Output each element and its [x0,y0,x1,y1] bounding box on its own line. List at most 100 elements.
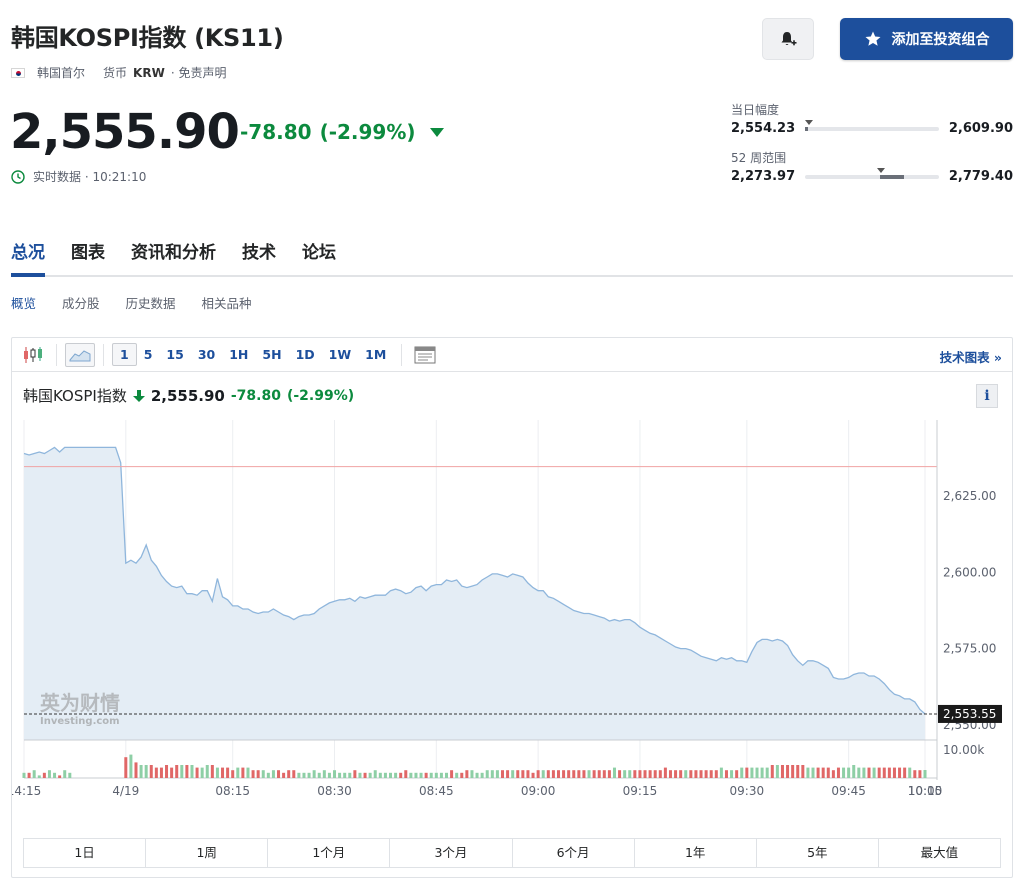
volume-bar [719,767,723,778]
realtime-status: 实时数据 · 10:21:10 [11,168,146,185]
tab-chart[interactable]: 图表 [71,238,105,263]
x-tick-label: 08:15 [215,784,250,798]
volume-bar [674,770,678,778]
volume-bar [124,757,128,778]
volume-bar [353,770,357,778]
volume-bar [190,765,194,778]
volume-bar [786,765,790,778]
volume-bar [236,767,240,778]
volume-bar [368,772,372,778]
korea-flag-icon [11,67,25,78]
volume-bar [215,767,219,778]
subtab-historical-data[interactable]: 历史数据 [126,293,176,312]
interval-5min[interactable]: 5 [137,344,160,365]
volume-bar [892,767,896,778]
volume-bar [480,772,484,778]
technical-chart-link[interactable]: 技术图表 » [940,347,1002,366]
chart-price: 2,555.90 [150,386,225,405]
area-chart-icon[interactable] [65,342,95,367]
chart-instrument-name: 韩国KOSPI指数 [23,387,127,405]
volume-bar [918,770,922,778]
volume-bar [770,765,774,778]
range-1-year[interactable]: 1年 [635,839,757,867]
subtab-overview[interactable]: 概览 [11,293,36,312]
day-range-fill [805,126,808,131]
volume-bar [445,772,449,778]
volume-bar [465,770,469,778]
interval-30min[interactable]: 30 [191,344,222,365]
volume-bar [139,765,143,778]
volume-bar [399,772,403,778]
volume-bar [699,770,703,778]
range-max[interactable]: 最大值 [879,839,1000,867]
tab-news-analysis[interactable]: 资讯和分析 [131,238,216,263]
volume-bar [791,765,795,778]
volume-bar [714,770,718,778]
week52-range-marker [877,167,886,173]
chart-info-button[interactable]: i [976,384,998,408]
volume-bar [633,770,637,778]
interval-1m[interactable]: 1M [358,344,393,365]
volume-bar [587,770,591,778]
chart-settings-icon[interactable] [410,343,440,367]
x-tick-label: 10:15 [908,784,943,798]
change-value: -78.80 [240,120,312,144]
volume-bar [333,770,337,778]
range-3-months[interactable]: 3个月 [390,839,513,867]
add-to-portfolio-button[interactable]: 添加至投资组合 [840,18,1013,60]
y-tick-label: 2,625.00 [943,489,996,503]
day-range-marker [805,119,814,125]
interval-15min[interactable]: 15 [159,344,190,365]
tab-technical[interactable]: 技术 [242,238,276,263]
time-range-buttons: 1日 1周 1个月 3个月 6个月 1年 5年 最大值 [23,838,1001,868]
toolbar-separator [56,343,57,366]
volume-bar [526,770,530,778]
volume-bar [806,767,810,778]
volume-bar [348,772,352,778]
subtab-related[interactable]: 相关品种 [202,293,252,312]
range-5-years[interactable]: 5年 [757,839,879,867]
interval-5h[interactable]: 5H [255,344,288,365]
interval-selector: 1 5 15 30 1H 5H 1D 1W 1M [112,343,393,366]
volume-bar [872,767,876,778]
interval-1w[interactable]: 1W [322,344,359,365]
volume-bar [424,772,428,778]
volume-bar [27,772,31,778]
volume-bar [531,772,535,778]
range-1-day[interactable]: 1日 [24,839,147,867]
volume-bar [144,765,148,778]
range-1-month[interactable]: 1个月 [268,839,391,867]
volume-bar [898,767,902,778]
interval-1h[interactable]: 1H [222,344,255,365]
price-chart[interactable]: 2,625.002,600.002,575.002,550.002,553.55… [12,408,1012,848]
interval-1d[interactable]: 1D [289,344,322,365]
currency-label: 货币 [103,66,128,80]
volume-bar [847,767,851,778]
volume-bar [668,770,672,778]
exchange-location: 韩国首尔 [37,66,86,80]
subtab-components[interactable]: 成分股 [62,293,100,312]
day-range: 当日幅度 2,554.23 2,609.90 [731,101,1013,136]
volume-bar [546,770,550,778]
disclaimer-link[interactable]: · 免责声明 [171,64,227,81]
last-price: 2,555.90 [10,104,240,160]
volume-bar [455,772,459,778]
volume-bar [867,767,871,778]
volume-bar [801,765,805,778]
volume-bar [755,767,759,778]
sub-tabs: 概览 成分股 历史数据 相关品种 [11,293,252,312]
exchange-info: 韩国首尔 货币 KRW · 免责声明 [11,64,226,81]
create-alert-button[interactable] [762,18,814,60]
x-tick-label: 09:45 [831,784,866,798]
range-1-week[interactable]: 1周 [146,839,269,867]
interval-1min[interactable]: 1 [112,343,137,366]
tab-overview[interactable]: 总况 [11,238,45,263]
week52-range-high: 2,779.40 [948,169,1013,184]
volume-bar [862,767,866,778]
volume-bar [363,772,367,778]
volume-bar [562,770,566,778]
candlestick-icon[interactable] [18,343,48,367]
tab-forum[interactable]: 论坛 [302,238,336,263]
range-6-months[interactable]: 6个月 [513,839,635,867]
change-percent: (-2.99%) [319,120,416,144]
